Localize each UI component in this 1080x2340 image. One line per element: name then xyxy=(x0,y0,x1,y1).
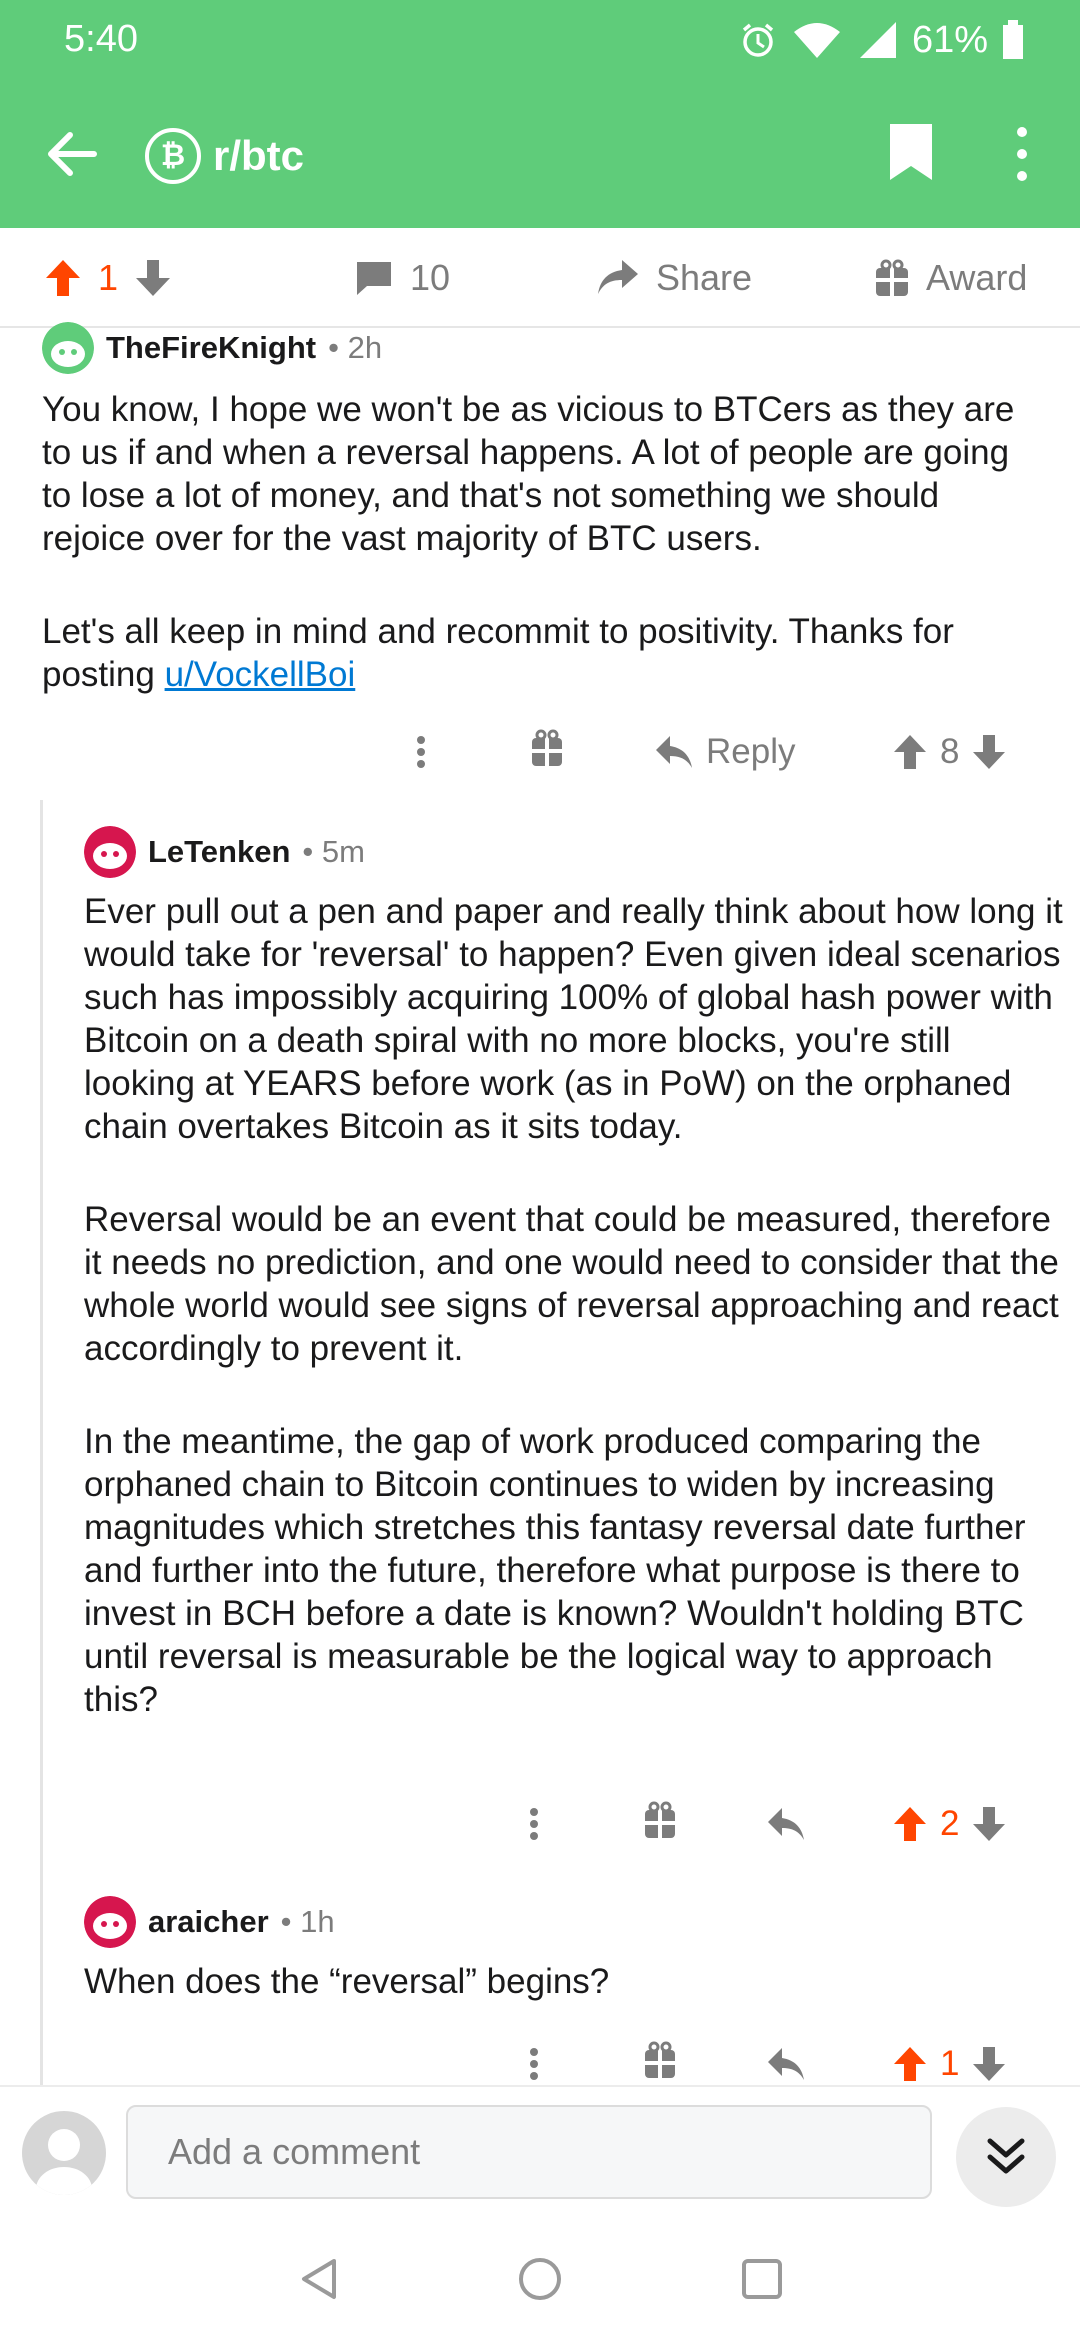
gift-icon[interactable] xyxy=(530,722,564,782)
comment-time: • 2h xyxy=(328,330,383,365)
comment-body: Ever pull out a pen and paper and really… xyxy=(84,890,1064,1721)
downvote-icon[interactable] xyxy=(971,733,1007,771)
back-arrow-icon[interactable] xyxy=(40,122,104,186)
double-chevron-down-icon xyxy=(987,2138,1025,2174)
post-action-bar: 1 10 Share Award xyxy=(0,228,1080,328)
reply-icon[interactable] xyxy=(766,1794,806,1854)
share-label: Share xyxy=(656,257,753,298)
award-button[interactable]: Award xyxy=(874,250,1027,306)
comment-score: 2 xyxy=(940,1804,960,1843)
jump-next-button[interactable] xyxy=(956,2107,1056,2207)
more-options-icon[interactable] xyxy=(523,2034,545,2084)
nav-back-icon[interactable] xyxy=(296,2255,344,2303)
comment-body: You know, I hope we won't be as vicious … xyxy=(42,388,1042,696)
avatar[interactable] xyxy=(22,2111,106,2195)
comment-paragraph: Let's all keep in mind and recommit to p… xyxy=(42,610,1042,696)
downvote-icon[interactable] xyxy=(971,2045,1007,2083)
comment-vote: 1 xyxy=(892,2034,1007,2084)
thread-line[interactable] xyxy=(40,800,43,2085)
comment-actions: Reply 8 xyxy=(0,722,1080,782)
upvote-icon[interactable] xyxy=(892,2045,928,2083)
status-time: 5:40 xyxy=(64,18,138,60)
more-options-icon[interactable] xyxy=(523,1794,545,1854)
comment-vote: 2 xyxy=(892,1794,1007,1854)
comment-header: LeTenken • 5m xyxy=(84,826,1064,878)
comment-paragraph: Ever pull out a pen and paper and really… xyxy=(84,892,1063,1146)
more-options-icon[interactable] xyxy=(1004,124,1040,184)
battery-icon xyxy=(1003,20,1023,59)
status-bar: 5:40 61% xyxy=(0,0,1080,80)
app-header: 5:40 61% ₿ r/btc xyxy=(0,0,1080,228)
comment: LeTenken • 5m Ever pull out a pen and pa… xyxy=(84,826,1064,1721)
comment: TheFireKnight • 2h You know, I hope we w… xyxy=(42,322,1042,696)
share-icon xyxy=(598,260,638,294)
comment-author[interactable]: LeTenken xyxy=(148,834,290,870)
upvote-icon[interactable] xyxy=(44,258,82,298)
bookmark-icon[interactable] xyxy=(888,122,934,182)
wifi-icon xyxy=(793,23,840,58)
post-vote: 1 xyxy=(44,250,172,306)
battery-percent: 61% xyxy=(911,18,988,61)
comment-paragraph: You know, I hope we won't be as vicious … xyxy=(42,390,1015,558)
nav-home-icon[interactable] xyxy=(516,2255,564,2303)
subreddit-link[interactable]: ₿ r/btc xyxy=(145,126,304,186)
more-options-icon[interactable] xyxy=(410,722,432,782)
status-icons: 61% xyxy=(738,14,1024,66)
comment-vote: 8 xyxy=(892,722,1007,782)
comment: araicher • 1h When does the “reversal” b… xyxy=(84,1896,1064,2003)
gift-icon[interactable] xyxy=(643,2034,677,2084)
bitcoin-icon: ₿ xyxy=(145,128,201,184)
upvote-icon[interactable] xyxy=(892,733,928,771)
upvote-icon[interactable] xyxy=(892,1805,928,1843)
comment-header: TheFireKnight • 2h xyxy=(42,322,1042,374)
award-label: Award xyxy=(926,257,1028,298)
avatar[interactable] xyxy=(42,322,94,374)
avatar[interactable] xyxy=(84,826,136,878)
comments-count-button[interactable]: 10 xyxy=(354,250,450,306)
user-mention-link[interactable]: u/VockellBoi xyxy=(165,655,356,694)
comment-author[interactable]: TheFireKnight xyxy=(106,330,316,366)
gift-icon xyxy=(876,259,908,296)
user-icon xyxy=(36,2129,92,2195)
downvote-icon[interactable] xyxy=(134,258,172,298)
signal-icon xyxy=(859,22,896,58)
comment-score: 1 xyxy=(940,2044,960,2083)
comment-icon xyxy=(357,262,391,295)
comment-time: • 5m xyxy=(302,834,365,869)
comment-body: When does the “reversal” begins? xyxy=(84,1960,1064,2003)
comment-time: • 1h xyxy=(280,1904,335,1939)
share-button[interactable]: Share xyxy=(596,250,752,306)
comment-paragraph: In the meantime, the gap of work produce… xyxy=(84,1422,1026,1719)
comment-actions: 2 xyxy=(0,1794,1080,1854)
comment-composer-bar: Add a comment xyxy=(0,2085,1080,2215)
alarm-icon xyxy=(742,23,774,57)
comment-paragraph: Reversal would be an event that could be… xyxy=(84,1200,1059,1368)
nav-recents-icon[interactable] xyxy=(738,2255,786,2303)
comment-score: 8 xyxy=(940,732,960,771)
add-comment-input[interactable]: Add a comment xyxy=(126,2105,932,2199)
reply-label: Reply xyxy=(706,732,796,771)
system-nav-bar xyxy=(0,2215,1080,2340)
comment-actions: 1 xyxy=(0,2034,1080,2084)
downvote-icon[interactable] xyxy=(971,1805,1007,1843)
reply-button[interactable]: Reply xyxy=(654,722,795,782)
post-score: 1 xyxy=(98,257,119,298)
comment-paragraph: When does the “reversal” begins? xyxy=(84,1962,610,2001)
gift-icon[interactable] xyxy=(643,1794,677,1854)
comment-author[interactable]: araicher xyxy=(148,1904,269,1940)
toolbar: ₿ r/btc xyxy=(0,100,1080,210)
reply-icon[interactable] xyxy=(766,2034,806,2084)
avatar[interactable] xyxy=(84,1896,136,1948)
reply-icon xyxy=(656,736,692,768)
subreddit-name: r/btc xyxy=(213,132,305,179)
comment-header: araicher • 1h xyxy=(84,1896,1064,1948)
comments-count: 10 xyxy=(410,257,451,298)
